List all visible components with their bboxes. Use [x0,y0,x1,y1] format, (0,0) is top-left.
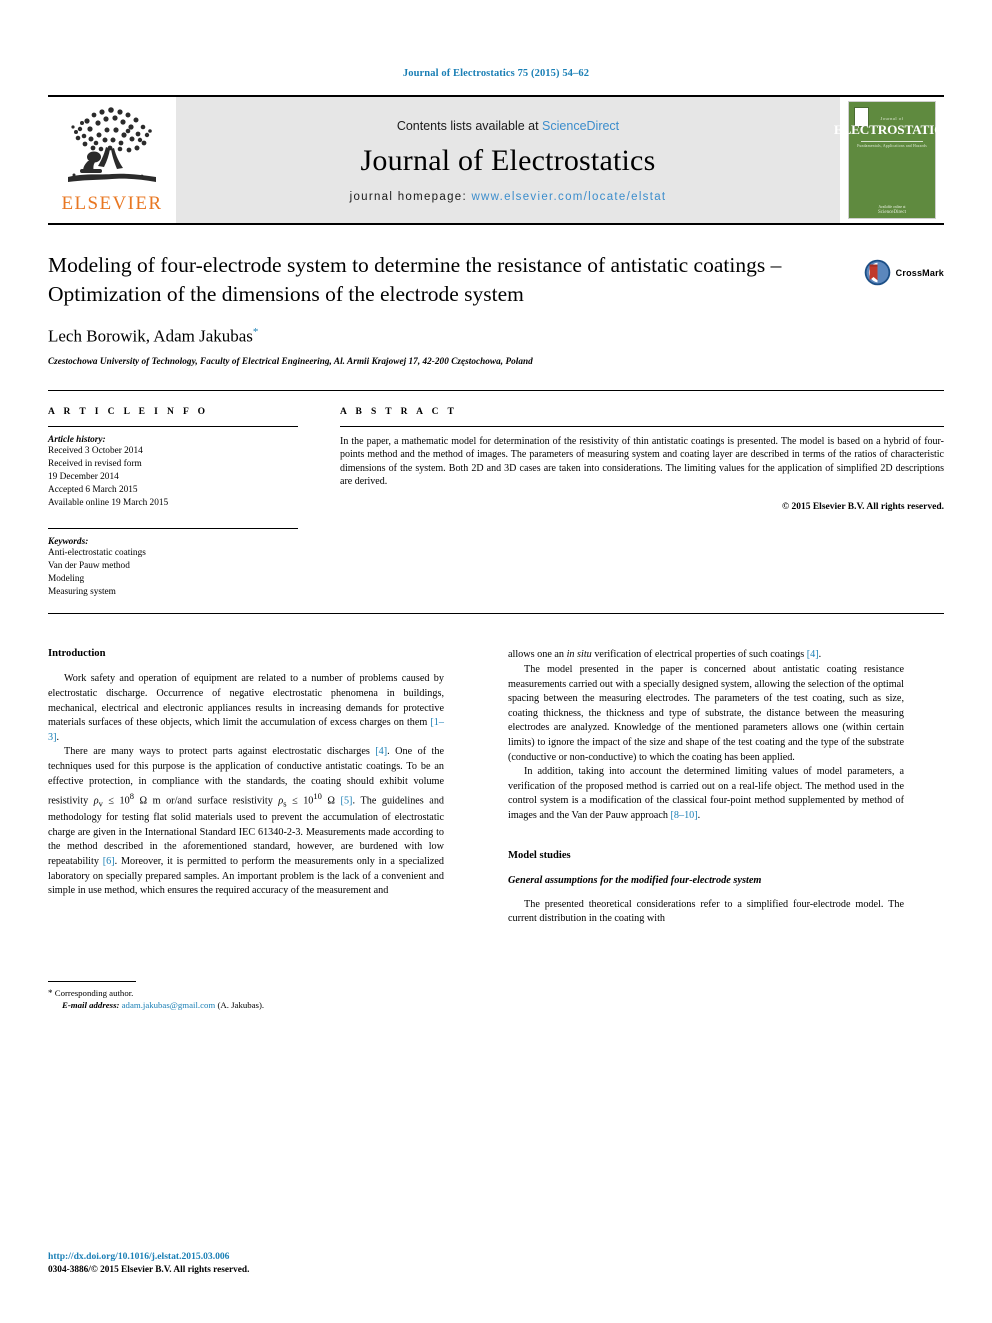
abstract-heading: A B S T R A C T [340,406,458,417]
article-page: Journal of Electrostatics 75 (2015) 54–6… [0,0,992,1323]
history-item: 19 December 2014 [48,472,119,483]
elsevier-logo: ELSEVIER [48,97,176,223]
math-text: ≤ 10 [286,795,314,807]
math-text: ≤ 10 [102,795,130,807]
keyword-item: Modeling [48,574,85,585]
paragraph: In addition, taking into account the det… [508,765,904,823]
info-divider [48,425,298,427]
title-block: Modeling of four-electrode system to det… [48,251,944,366]
page-title: Modeling of four-electrode system to det… [48,253,782,306]
keyword-item: Anti-electrostatic coatings [48,547,146,558]
emphasis-in-situ: in situ [566,649,592,661]
history-item: Available online 19 March 2015 [48,498,169,509]
body-column-left: Introduction Work safety and operation o… [48,648,444,1010]
para-text: . [697,810,701,822]
running-head: Journal of Electrostatics 75 (2015) 54–6… [402,68,590,79]
article-info-column: A R T I C L E I N F O Article history: R… [48,407,298,600]
keyword-item: Measuring system [48,587,116,598]
info-abstract-band: A R T I C L E I N F O Article history: R… [48,389,944,615]
cover-divider [861,141,923,142]
keyword-item: Van der Pauw method [48,560,130,571]
section-heading-introduction: Introduction [48,648,106,660]
history-item: Received in revised form [48,458,142,469]
body-columns: Introduction Work safety and operation o… [48,648,944,1010]
email-suffix: (A. Jakubas). [215,999,265,1010]
citation-link[interactable]: [6] [103,856,115,867]
contents-available-line: Contents lists available at ScienceDirec… [397,119,619,133]
footnote-rule [48,980,136,982]
history-item: Accepted 6 March 2015 [48,485,138,496]
crossmark-icon [864,259,890,286]
abstract-text: In the paper, a mathematic model for det… [340,435,944,488]
citation-link[interactable]: [8–10] [670,810,697,821]
journal-homepage-link[interactable]: www.elsevier.com/locate/elstat [471,191,666,203]
para-text: There are many ways to protect parts aga… [64,746,376,758]
history-item: Received 3 October 2014 [48,445,143,456]
footnote-block: * Corresponding author. E-mail address: … [48,980,444,1011]
cover-art: Journal of ELECTROSTATICS Fundamentals, … [834,101,951,219]
cover-subtitle: Fundamentals, Applications and Hazards [857,144,927,148]
article-history-label: Article history: [48,434,106,445]
cover-footer-brand: ScienceDirect [877,210,907,215]
paragraph: The presented theoretical considerations… [508,898,904,925]
keywords-block: Keywords: Anti-electrostatic coatings Va… [48,527,298,600]
para-text: allows one an [508,649,567,661]
cover-footer-small: Available online at [878,205,906,209]
citation-link[interactable]: [4] [807,649,819,660]
journal-masthead: ELSEVIER Contents lists available at Sci… [48,95,951,225]
subsection-heading-general-assumptions: General assumptions for the modified fou… [508,874,762,886]
elsevier-wordmark: ELSEVIER [61,193,163,214]
author-list: Lech Borowik, Adam Jakubas* [48,326,944,347]
crossmark-badge[interactable]: CrossMark [864,259,944,286]
contents-prefix: Contents lists available at [396,119,543,133]
affiliation: Czestochowa University of Technology, Fa… [48,355,533,366]
body-column-right: allows one an in situ verification of el… [508,648,904,926]
para-text: verification of electrical properties of… [591,649,807,661]
article-info-heading: A R T I C L E I N F O [48,406,209,417]
para-text: Work safety and operation of equipment a… [48,673,444,729]
crossmark-label: CrossMark [895,267,944,278]
paragraph-continuation: allows one an in situ verification of el… [508,648,904,663]
doi-link[interactable]: http://dx.doi.org/10.1016/j.elstat.2015.… [48,1251,448,1262]
citation-link[interactable]: [5] [341,796,353,807]
abstract-divider [340,425,944,427]
email-link[interactable]: adam.jakubas@gmail.com [122,1000,216,1010]
cover-title: ELECTROSTATICS [833,122,951,137]
corresponding-author-note: * Corresponding author. [48,987,444,999]
paragraph: Work safety and operation of equipment a… [48,672,444,745]
footnote-text: Corresponding author. [52,987,134,998]
para-text: In addition, taking into account the det… [508,766,904,822]
homepage-prefix: journal homepage: [349,191,472,203]
math-exponent: 10 [313,791,322,802]
sciencedirect-link[interactable]: ScienceDirect [542,119,619,133]
page-footer: http://dx.doi.org/10.1016/j.elstat.2015.… [48,1251,448,1275]
paragraph: There are many ways to protect parts aga… [48,745,444,898]
para-text: . [818,649,822,661]
abstract-copyright: © 2015 Elsevier B.V. All rights reserved… [782,502,944,513]
math-unit: Ω [321,795,341,807]
journal-name: Journal of Electrostatics [360,144,656,177]
authors-names: Lech Borowik, Adam Jakubas [48,326,253,346]
paragraph: The model presented in the paper is conc… [508,664,904,763]
issn-copyright: 0304-3886/© 2015 Elsevier B.V. All right… [48,1265,250,1275]
masthead-center: Contents lists available at ScienceDirec… [176,97,840,223]
journal-homepage-line: journal homepage: www.elsevier.com/locat… [350,191,667,203]
math-unit: Ω m or/and surface resistivity [133,795,279,807]
email-label: E-mail address: [62,999,120,1010]
corresponding-author-marker: * [252,326,259,338]
abstract-column: A B S T R A C T In the paper, a mathemat… [340,407,944,600]
para-text: . [56,731,60,743]
email-note: E-mail address: adam.jakubas@gmail.com (… [48,999,444,1011]
cover-overline: Journal of [880,116,904,121]
journal-cover-thumbnail[interactable]: Journal of ELECTROSTATICS Fundamentals, … [834,97,951,223]
keywords-divider [48,527,298,529]
citation-link[interactable]: [4] [375,746,387,757]
elsevier-tree-icon [68,107,156,182]
section-heading-model-studies: Model studies [508,849,571,861]
keywords-label: Keywords: [48,536,89,547]
